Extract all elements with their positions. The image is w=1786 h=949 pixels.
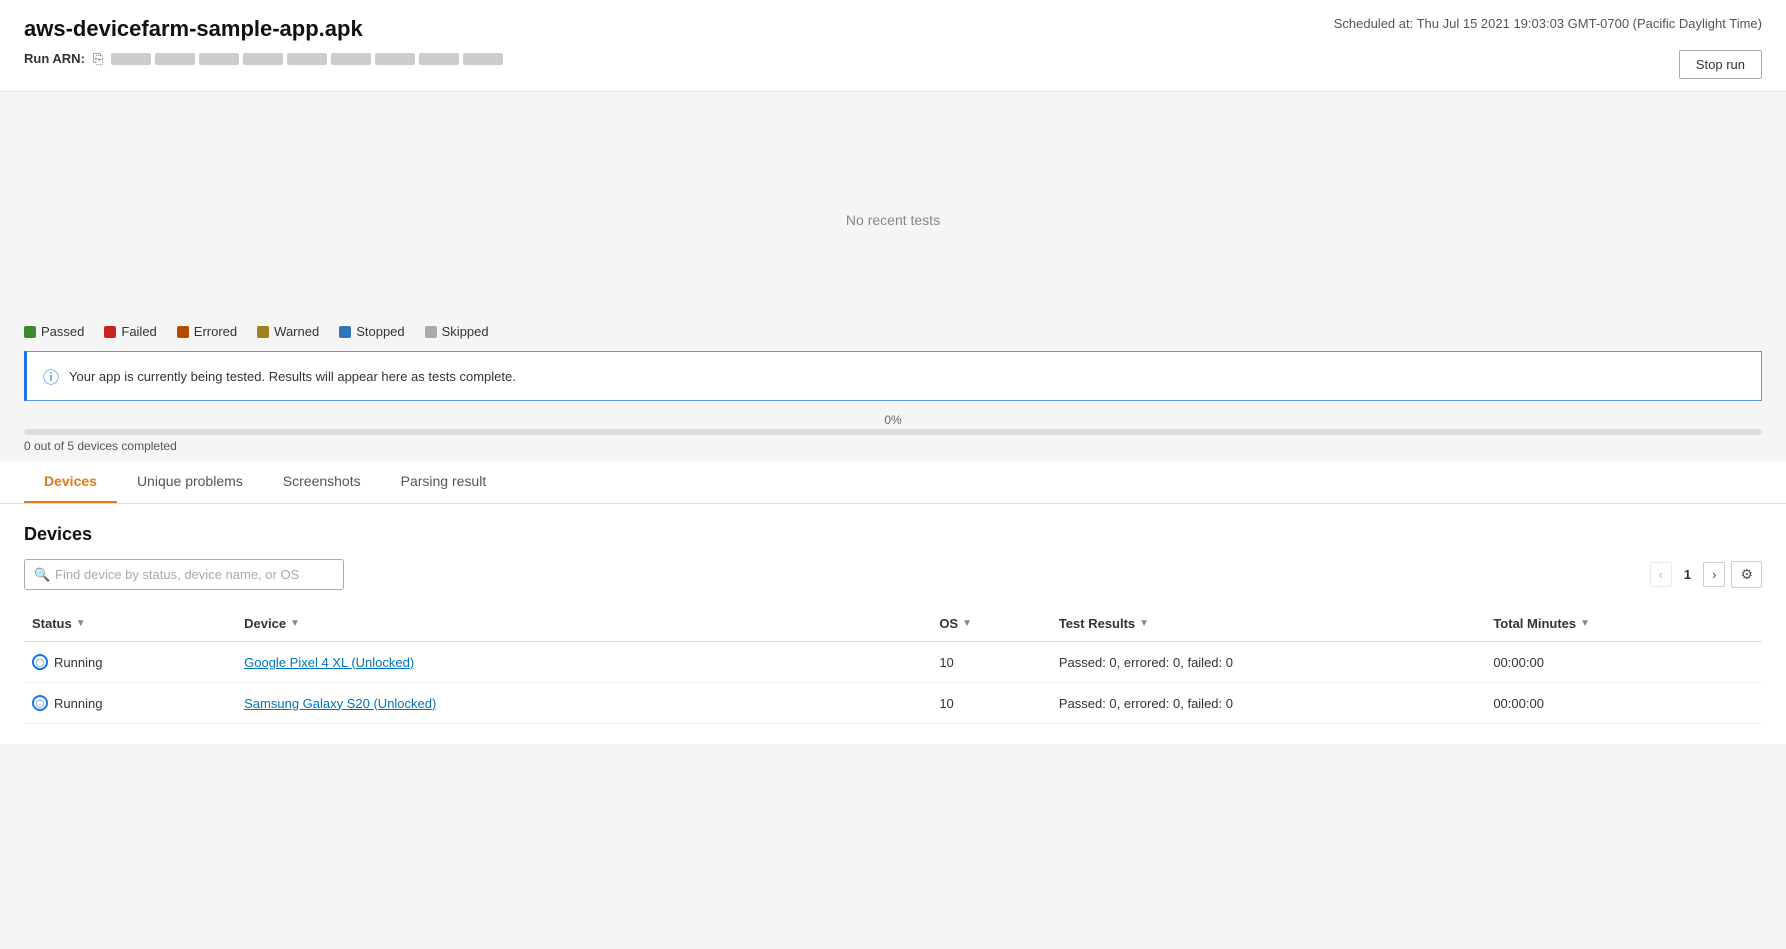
tab-unique-problems[interactable]: Unique problems — [117, 461, 263, 503]
run-arn-label: Run ARN: — [24, 51, 85, 66]
devices-section: Devices 🔍 ‹ 1 › ⚙ Status ▼ — [0, 504, 1786, 744]
row1-test-results: Passed: 0, errored: 0, failed: 0 — [1051, 642, 1486, 683]
pagination-row: ‹ 1 › ⚙ — [1650, 561, 1762, 588]
devices-completed-label: 0 out of 5 devices completed — [24, 439, 1762, 453]
passed-label: Passed — [41, 324, 84, 339]
legend-stopped: Stopped — [339, 324, 404, 339]
arn-block-8 — [419, 53, 459, 65]
main-content: No recent tests — [0, 92, 1786, 308]
arn-block-4 — [243, 53, 283, 65]
legend-errored: Errored — [177, 324, 237, 339]
errored-label: Errored — [194, 324, 237, 339]
row2-total-minutes: 00:00:00 — [1485, 683, 1762, 724]
running-status-2: ◯ Running — [32, 695, 228, 711]
tab-screenshots[interactable]: Screenshots — [263, 461, 381, 503]
running-icon-2: ◯ — [32, 695, 48, 711]
row2-status: ◯ Running — [24, 683, 236, 724]
table-header: Status ▼ Device ▼ OS ▼ — [24, 606, 1762, 642]
passed-dot — [24, 326, 36, 338]
search-input-wrapper: 🔍 — [24, 559, 344, 590]
table-row: ◯ Running Google Pixel 4 XL (Unlocked) 1… — [24, 642, 1762, 683]
no-recent-tests: No recent tests — [24, 92, 1762, 308]
app-title: aws-devicefarm-sample-app.apk — [24, 16, 363, 42]
page-header: aws-devicefarm-sample-app.apk Scheduled … — [0, 0, 1786, 92]
sort-icon-os[interactable]: ▼ — [962, 618, 972, 629]
scheduled-at: Scheduled at: Thu Jul 15 2021 19:03:03 G… — [1334, 16, 1762, 31]
sort-icon-total-minutes[interactable]: ▼ — [1580, 618, 1590, 629]
info-banner: ⓘ Your app is currently being tested. Re… — [24, 351, 1762, 401]
devices-section-title: Devices — [24, 524, 1762, 545]
row1-status: ◯ Running — [24, 642, 236, 683]
tab-devices[interactable]: Devices — [24, 461, 117, 503]
legend-skipped: Skipped — [425, 324, 489, 339]
row1-os: 10 — [931, 642, 1051, 683]
skipped-label: Skipped — [442, 324, 489, 339]
progress-section: 0% 0 out of 5 devices completed — [0, 401, 1786, 461]
row1-total-minutes: 00:00:00 — [1485, 642, 1762, 683]
running-icon-1: ◯ — [32, 654, 48, 670]
tabs-section: Devices Unique problems Screenshots Pars… — [0, 461, 1786, 504]
search-row: 🔍 ‹ 1 › ⚙ — [24, 559, 1762, 590]
arn-block-2 — [155, 53, 195, 65]
legend-passed: Passed — [24, 324, 84, 339]
copy-icon[interactable]: ⎘ — [93, 51, 103, 67]
sort-icon-status[interactable]: ▼ — [76, 618, 86, 629]
devices-table: Status ▼ Device ▼ OS ▼ — [24, 606, 1762, 724]
failed-dot — [104, 326, 116, 338]
row2-test-results: Passed: 0, errored: 0, failed: 0 — [1051, 683, 1486, 724]
page-number: 1 — [1678, 563, 1697, 586]
table-body: ◯ Running Google Pixel 4 XL (Unlocked) 1… — [24, 642, 1762, 724]
running-status-1: ◯ Running — [32, 654, 228, 670]
table-settings-button[interactable]: ⚙ — [1731, 561, 1762, 588]
col-device: Device ▼ — [236, 606, 931, 642]
col-test-results: Test Results ▼ — [1051, 606, 1486, 642]
arn-block-3 — [199, 53, 239, 65]
sort-icon-device[interactable]: ▼ — [290, 618, 300, 629]
header-top: aws-devicefarm-sample-app.apk Scheduled … — [24, 16, 1762, 42]
row1-device: Google Pixel 4 XL (Unlocked) — [236, 642, 931, 683]
col-total-minutes: Total Minutes ▼ — [1485, 606, 1762, 642]
device-search-input[interactable] — [24, 559, 344, 590]
stopped-dot — [339, 326, 351, 338]
arn-value — [111, 53, 503, 65]
sort-icon-test-results[interactable]: ▼ — [1139, 618, 1149, 629]
tabs-row: Devices Unique problems Screenshots Pars… — [24, 461, 1762, 503]
legend-warned: Warned — [257, 324, 319, 339]
device-link-1[interactable]: Google Pixel 4 XL (Unlocked) — [244, 655, 414, 670]
info-banner-text: Your app is currently being tested. Resu… — [69, 369, 516, 384]
tab-parsing-result[interactable]: Parsing result — [381, 461, 507, 503]
info-icon: ⓘ — [43, 364, 59, 388]
legend-failed: Failed — [104, 324, 156, 339]
prev-page-button[interactable]: ‹ — [1650, 562, 1672, 587]
warned-dot — [257, 326, 269, 338]
arn-block-1 — [111, 53, 151, 65]
legend-row: Passed Failed Errored Warned Stopped Ski… — [0, 308, 1786, 351]
arn-block-6 — [331, 53, 371, 65]
progress-label: 0% — [24, 413, 1762, 427]
arn-block-7 — [375, 53, 415, 65]
stop-run-button[interactable]: Stop run — [1679, 50, 1762, 79]
device-link-2[interactable]: Samsung Galaxy S20 (Unlocked) — [244, 696, 436, 711]
run-arn-row: Run ARN: ⎘ — [24, 51, 503, 67]
failed-label: Failed — [121, 324, 156, 339]
skipped-dot — [425, 326, 437, 338]
arn-block-5 — [287, 53, 327, 65]
search-icon: 🔍 — [34, 567, 50, 583]
row2-device: Samsung Galaxy S20 (Unlocked) — [236, 683, 931, 724]
next-page-button[interactable]: › — [1703, 562, 1725, 587]
table-row: ◯ Running Samsung Galaxy S20 (Unlocked) … — [24, 683, 1762, 724]
progress-bar-container — [24, 429, 1762, 435]
warned-label: Warned — [274, 324, 319, 339]
arn-block-9 — [463, 53, 503, 65]
stopped-label: Stopped — [356, 324, 404, 339]
col-status: Status ▼ — [24, 606, 236, 642]
row2-os: 10 — [931, 683, 1051, 724]
col-os: OS ▼ — [931, 606, 1051, 642]
errored-dot — [177, 326, 189, 338]
